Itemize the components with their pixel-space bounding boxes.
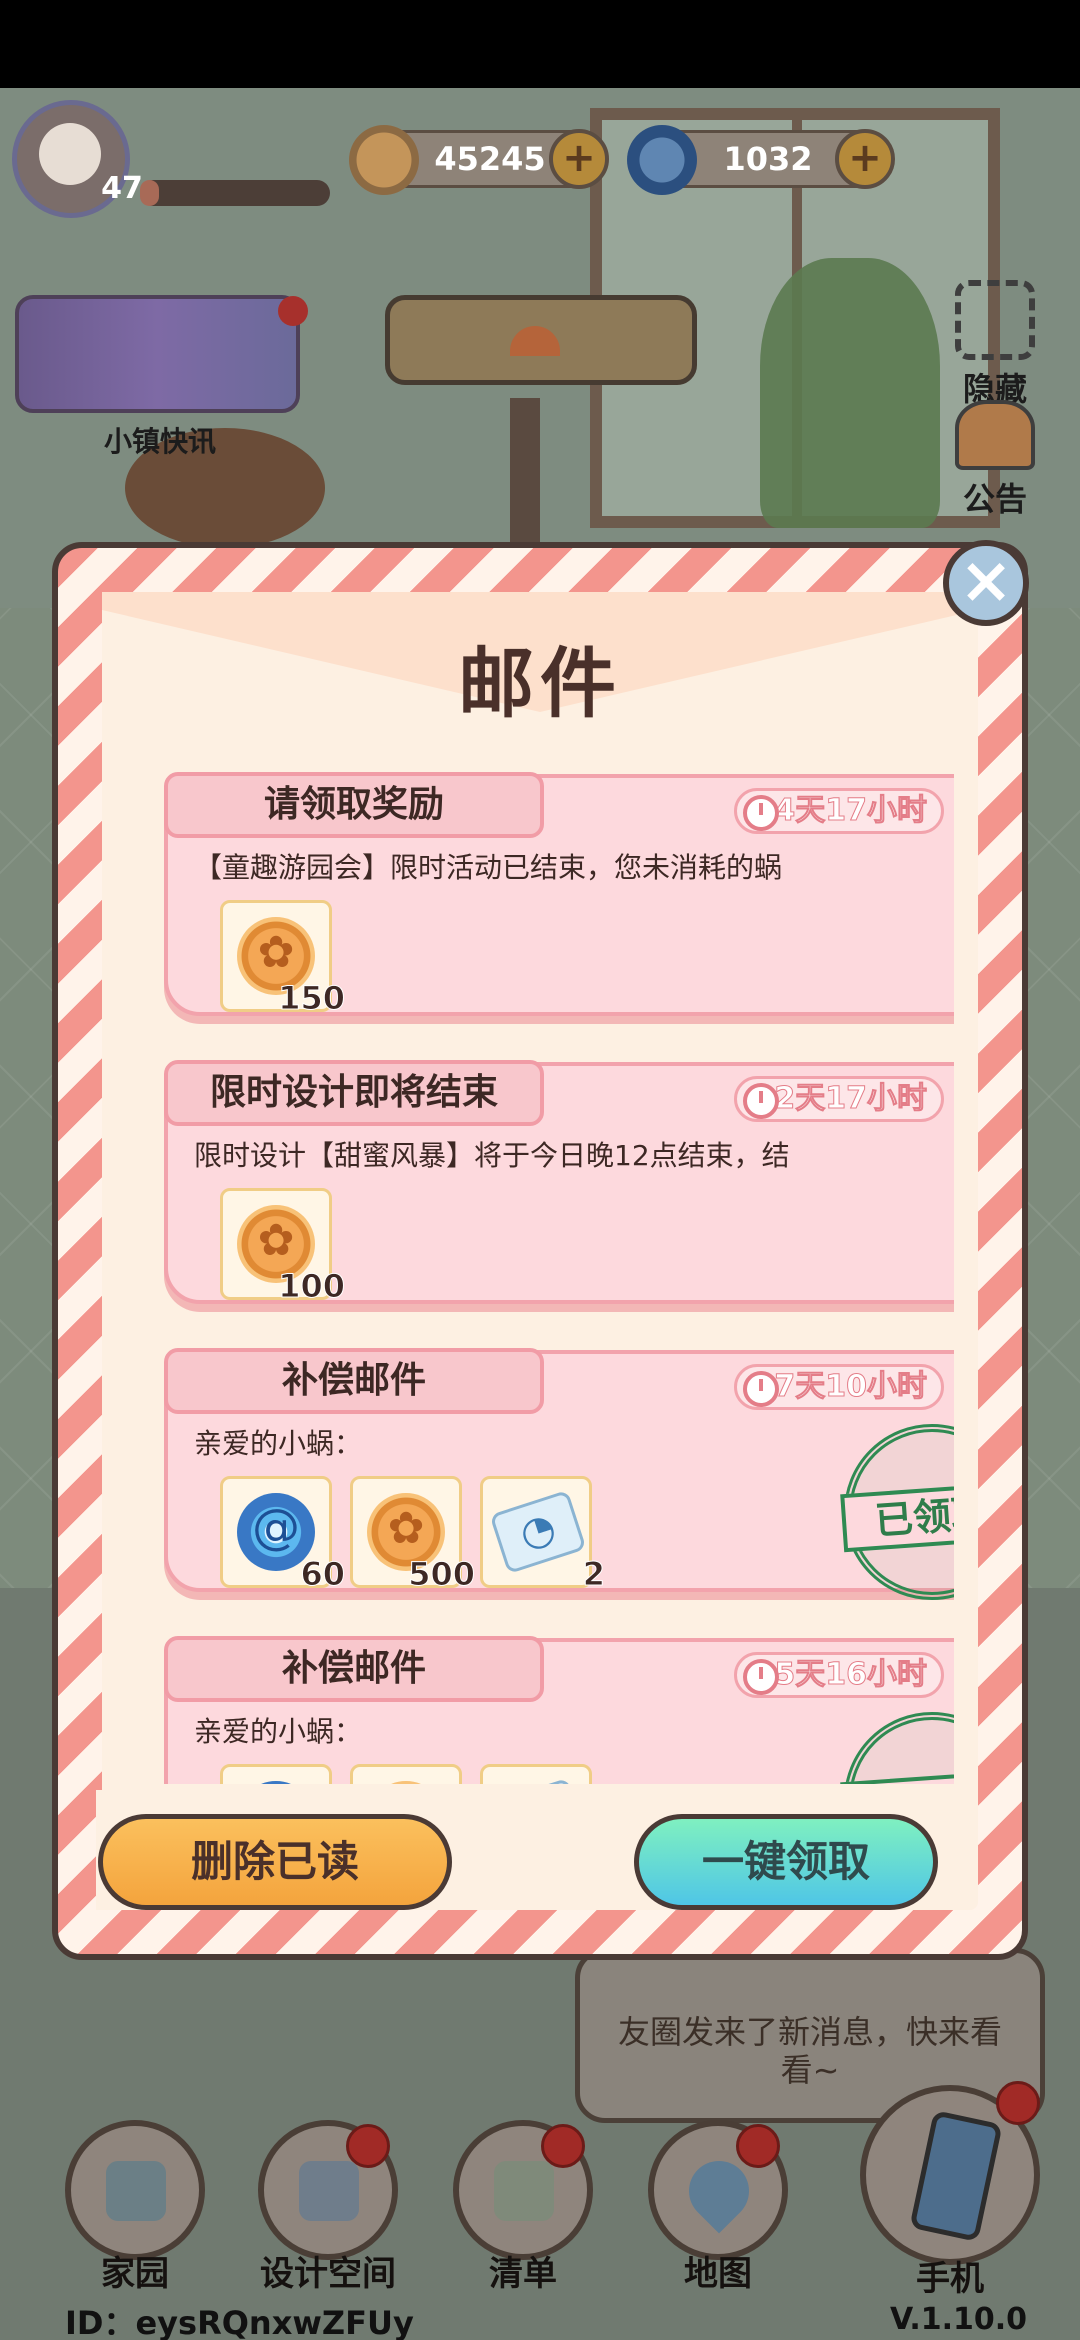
mail-item-desc: 亲爱的小蜗： <box>194 1715 363 1748</box>
add-coins-button[interactable]: + <box>549 129 609 189</box>
weather-widget[interactable] <box>385 295 697 385</box>
gem-count: 1032 <box>723 140 813 178</box>
nav-map[interactable]: 地图 <box>638 2120 798 2309</box>
design-notification-dot <box>346 2124 390 2168</box>
mail-list[interactable]: 请领取奖励 4天17小时 【童趣游园会】限时活动已结束，您未消耗的蜗 150 限… <box>154 762 954 1784</box>
sunset-icon <box>510 326 560 356</box>
nav-design-label: 设计空间 <box>260 2254 396 2294</box>
reward-slot[interactable] <box>220 1764 332 1784</box>
user-id: ID：eysRQnxwZFUy <box>65 2304 414 2340</box>
delete-read-button[interactable]: 删除已读 <box>98 1814 452 1910</box>
mail-item-title: 补偿邮件 <box>164 1636 544 1702</box>
phone-notification-dot <box>996 2081 1040 2125</box>
clock-icon <box>743 795 779 831</box>
nav-list-label: 清单 <box>489 2254 557 2294</box>
reward-slot[interactable]: 500 <box>350 1476 475 1594</box>
mail-item-title: 请领取奖励 <box>164 772 544 838</box>
reward-slot[interactable] <box>480 1764 592 1784</box>
mail-item-desc: 【童趣游园会】限时活动已结束，您未消耗的蜗 <box>194 851 783 884</box>
reward-slot[interactable] <box>350 1764 462 1784</box>
notice-label: 公告 <box>962 480 1027 518</box>
reward-qty: 2 <box>582 1555 605 1594</box>
mail-title: 邮件 <box>458 639 622 728</box>
mail-item-timer: 7天10小时 <box>734 1364 944 1410</box>
mail-item-title: 限时设计即将结束 <box>164 1060 544 1126</box>
nav-home-label: 家园 <box>101 2254 169 2294</box>
reward-qty: 100 <box>278 1267 346 1306</box>
nav-phone[interactable]: 手机 <box>850 2081 1050 2314</box>
mail-item[interactable]: 限时设计即将结束 2天17小时 限时设计【甜蜜风暴】将于今日晚12点结束，结 1… <box>164 1060 954 1306</box>
reward-slot[interactable]: 2 <box>480 1476 606 1594</box>
news-notification-dot <box>278 296 308 326</box>
mail-dialog-body: 邮件 请领取奖励 4天17小时 【童趣游园会】限时活动已结束，您未消耗的蜗 15… <box>102 592 978 1910</box>
reward-qty: 150 <box>278 979 346 1018</box>
map-pin-icon <box>648 2120 788 2260</box>
mail-item[interactable]: 补偿邮件 7天10小时 亲爱的小蜗： 60 500 2 <box>164 1348 954 1600</box>
list-notification-dot <box>541 2124 585 2168</box>
coin-icon <box>349 125 419 195</box>
nav-list[interactable]: 清单 <box>443 2120 603 2309</box>
reward-qty: 500 <box>408 1555 476 1594</box>
room-plant <box>760 258 940 528</box>
mail-item-timer: 5天16小时 <box>734 1652 944 1698</box>
nav-home[interactable]: 家园 <box>55 2120 215 2309</box>
hide-ui-button[interactable]: 隐藏 <box>930 280 1060 410</box>
mail-item-timer: 2天17小时 <box>734 1076 944 1122</box>
reward-slot[interactable]: 150 <box>220 900 345 1018</box>
house-icon <box>65 2120 205 2260</box>
coin-count: 45245 <box>434 140 546 178</box>
town-news-button[interactable] <box>15 295 300 413</box>
phone-icon <box>860 2081 1040 2265</box>
gem-icon <box>237 1781 315 1784</box>
reward-slot[interactable]: 60 <box>220 1476 345 1594</box>
ruler-icon <box>258 2120 398 2260</box>
level-badge: 47 <box>101 171 143 206</box>
town-news-label: 小镇快讯 <box>103 425 216 458</box>
xp-bar <box>140 180 330 206</box>
mail-item-title: 补偿邮件 <box>164 1348 544 1414</box>
mail-item-desc: 亲爱的小蜗： <box>194 1427 363 1460</box>
reward-qty: 60 <box>300 1555 346 1594</box>
clock-icon <box>743 1083 779 1119</box>
nav-design[interactable]: 设计空间 <box>248 2120 408 2309</box>
claim-all-button[interactable]: 一键领取 <box>634 1814 938 1910</box>
ticket-icon <box>489 1777 587 1784</box>
notice-button[interactable]: 公告 <box>930 400 1060 520</box>
version-label: V.1.10.0 <box>890 2302 1028 2337</box>
gem-icon <box>627 125 697 195</box>
status-bar <box>0 0 1080 88</box>
nav-phone-label: 手机 <box>916 2259 984 2299</box>
mail-item-timer: 4天17小时 <box>734 788 944 834</box>
checklist-icon <box>453 2120 593 2260</box>
coin-counter: 45245 + <box>349 125 609 195</box>
nav-map-label: 地图 <box>684 2254 752 2294</box>
mail-item-desc: 限时设计【甜蜜风暴】将于今日晚12点结束，结 <box>194 1139 790 1172</box>
megaphone-icon <box>955 400 1035 470</box>
reward-slot[interactable]: 100 <box>220 1188 345 1306</box>
add-gems-button[interactable]: + <box>835 129 895 189</box>
gem-counter: 1032 + <box>627 125 895 195</box>
clock-icon <box>743 1659 779 1695</box>
map-notification-dot <box>736 2124 780 2168</box>
clock-icon <box>743 1371 779 1407</box>
mail-dialog: 邮件 请领取奖励 4天17小时 【童趣游园会】限时活动已结束，您未消耗的蜗 15… <box>52 542 1028 1960</box>
coin-icon <box>367 1781 445 1784</box>
hide-frame-icon <box>955 280 1035 360</box>
close-icon[interactable]: × <box>943 540 1029 626</box>
mail-item[interactable]: 请领取奖励 4天17小时 【童趣游园会】限时活动已结束，您未消耗的蜗 150 <box>164 772 954 1018</box>
ticket-icon <box>489 1489 587 1575</box>
mail-item[interactable]: 补偿邮件 5天16小时 亲爱的小蜗： 已领取 <box>164 1636 954 1784</box>
